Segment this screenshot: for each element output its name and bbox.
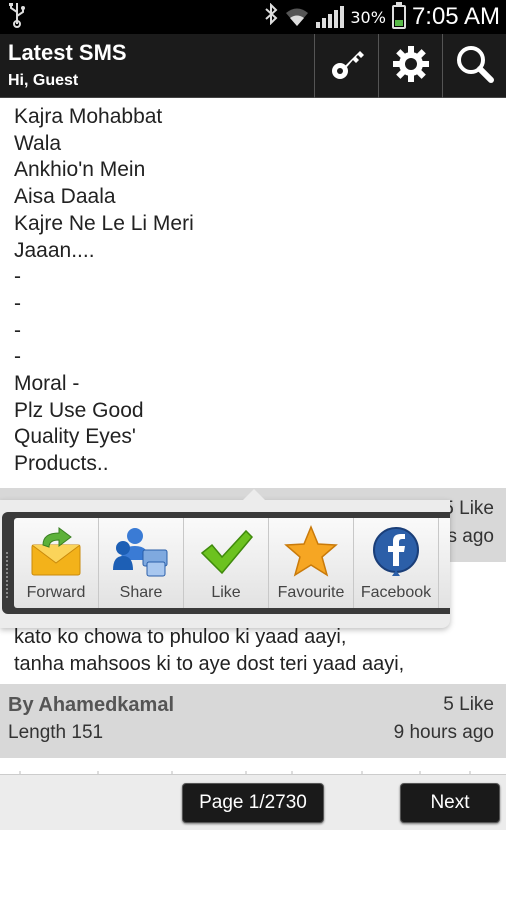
sms-text[interactable]: kato ko chowa to phuloo ki yaad aayi, tan… bbox=[14, 624, 494, 678]
key-icon bbox=[327, 44, 367, 88]
status-bar: 30% 7:05 AM bbox=[0, 0, 506, 34]
sms-line: Products.. bbox=[14, 452, 109, 476]
time-ago: s ago bbox=[447, 526, 494, 547]
envelope-forward-icon bbox=[28, 524, 84, 580]
favourite-button[interactable]: Favourite bbox=[269, 518, 354, 608]
divider bbox=[0, 764, 506, 775]
battery-percentage: 30% bbox=[350, 7, 386, 27]
quick-action-popup: Forward Share Like Favourite Facebook bbox=[0, 489, 450, 628]
sms-line: Ankhio'n Mein bbox=[14, 158, 146, 182]
sms-meta: By Ahamedkamal Length 151 5 Like 9 hours… bbox=[0, 684, 506, 758]
greeting: Hi, Guest bbox=[8, 72, 79, 89]
next-button[interactable]: Next bbox=[400, 783, 500, 823]
search-icon bbox=[455, 44, 495, 88]
sms-line: Kajra Mohabbat bbox=[14, 105, 163, 128]
sms-line: Kajre Ne Le Li Meri bbox=[14, 211, 194, 235]
favourite-label: Favourite bbox=[277, 584, 345, 601]
facebook-label: Facebook bbox=[360, 584, 432, 601]
people-share-icon bbox=[113, 524, 169, 580]
usb-icon bbox=[8, 2, 26, 34]
author: By Ahamedkamal bbox=[8, 694, 174, 716]
sms-line: - bbox=[14, 345, 21, 369]
pagination-bar: Page 1/2730 Next bbox=[0, 774, 506, 830]
grip-handle bbox=[6, 552, 10, 598]
action-bar: Latest SMS Hi, Guest bbox=[0, 34, 506, 98]
wifi-icon bbox=[284, 6, 310, 28]
sms-line: - bbox=[14, 291, 21, 315]
clock: 7:05 AM bbox=[411, 3, 500, 30]
sms-line: tanha mahsoos ki to aye dost teri yaad a… bbox=[14, 653, 405, 675]
signal-icon bbox=[316, 6, 345, 28]
page-title: Latest SMS bbox=[8, 40, 127, 65]
star-icon bbox=[283, 524, 339, 580]
like-label: Like bbox=[211, 584, 241, 601]
checkmark-icon bbox=[198, 524, 254, 580]
sms-line: kato ko chowa to phuloo ki yaad aayi, bbox=[14, 626, 347, 648]
facebook-button[interactable]: Facebook bbox=[354, 518, 439, 608]
share-label: Share bbox=[119, 584, 163, 601]
forward-label: Forward bbox=[26, 584, 86, 601]
quick-action-tray: Forward Share Like Favourite Facebook bbox=[2, 512, 450, 614]
sms-line: Plz Use Good bbox=[14, 398, 144, 422]
sms-line: - bbox=[14, 265, 21, 289]
like-count: 5 Like bbox=[443, 498, 494, 519]
bluetooth-icon bbox=[264, 2, 278, 31]
forward-button[interactable]: Forward bbox=[14, 518, 99, 608]
sms-line: Jaaan.... bbox=[14, 238, 95, 262]
time-ago: 9 hours ago bbox=[393, 722, 494, 743]
page-indicator-button[interactable]: Page 1/2730 bbox=[182, 783, 324, 823]
sms-line: Moral - bbox=[14, 372, 80, 396]
popup-arrow bbox=[242, 489, 266, 501]
sms-line: Quality Eyes' bbox=[14, 425, 136, 449]
battery-charging-icon bbox=[391, 2, 406, 29]
sms-line: - bbox=[14, 318, 21, 342]
sms-length: Length 151 bbox=[8, 722, 104, 743]
sms-line: Aisa Daala bbox=[14, 185, 116, 209]
search-button[interactable] bbox=[442, 34, 506, 98]
like-count: 5 Like bbox=[443, 694, 494, 715]
like-button[interactable]: Like bbox=[184, 518, 269, 608]
sms-text[interactable]: Kajra Mohabbat Wala Ankhio'n Mein Aisa Daal… bbox=[14, 104, 494, 478]
sms-line: Wala bbox=[14, 131, 62, 155]
login-button[interactable] bbox=[314, 34, 378, 98]
share-button[interactable]: Share bbox=[99, 518, 184, 608]
settings-button[interactable] bbox=[378, 34, 442, 98]
gear-icon bbox=[391, 44, 431, 88]
facebook-icon bbox=[368, 524, 424, 580]
